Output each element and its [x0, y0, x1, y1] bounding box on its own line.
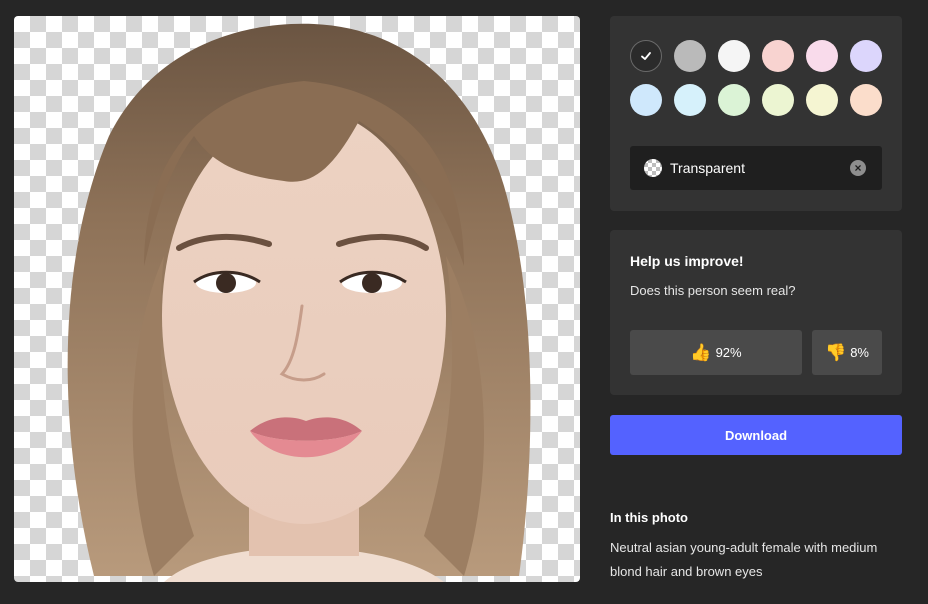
feedback-title: Help us improve! [630, 253, 744, 269]
swatch-lavender[interactable] [850, 40, 882, 72]
check-icon [641, 52, 651, 60]
swatch-white[interactable] [718, 40, 750, 72]
background-color-panel: Transparent × [610, 16, 902, 211]
clear-icon[interactable]: × [850, 160, 866, 176]
portrait-illustration [67, 23, 531, 582]
swatch-peach[interactable] [850, 84, 882, 116]
swatch-light-blue[interactable] [630, 84, 662, 116]
swatch-cream[interactable] [806, 84, 838, 116]
feedback-question: Does this person seem real? [630, 283, 796, 298]
thumbs-down-button[interactable]: 👎 8% [812, 330, 882, 375]
swatch-mint[interactable] [718, 84, 750, 116]
transparent-icon [644, 159, 662, 177]
no-percent: 8% [850, 345, 869, 360]
yes-percent: 92% [715, 345, 742, 360]
swatch-lime[interactable] [762, 84, 794, 116]
background-value: Transparent [670, 160, 745, 176]
thumbs-down-icon: 👎 [825, 342, 847, 362]
background-field[interactable]: Transparent × [630, 146, 882, 190]
thumbs-up-icon: 👍 [690, 342, 712, 362]
info-description: Neutral asian young-adult female with me… [610, 540, 878, 579]
swatch-sky[interactable] [674, 84, 706, 116]
portrait-photo [14, 16, 580, 582]
info-title: In this photo [610, 510, 688, 525]
swatch-transparent[interactable] [630, 40, 662, 72]
swatch-pink[interactable] [762, 40, 794, 72]
thumbs-up-button[interactable]: 👍 92% [630, 330, 802, 375]
download-button[interactable]: Download [610, 415, 902, 455]
feedback-panel: Help us improve! Does this person seem r… [610, 230, 902, 395]
swatch-gray[interactable] [674, 40, 706, 72]
swatch-rose[interactable] [806, 40, 838, 72]
